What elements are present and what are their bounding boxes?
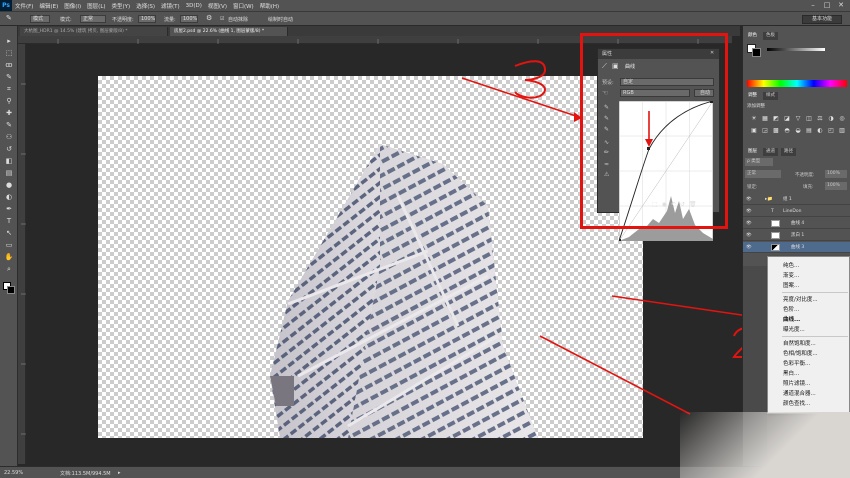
layer-row-group-1[interactable]: 👁 ▸📁 组 1	[743, 194, 850, 205]
tab-swatches[interactable]: 色板	[763, 32, 778, 40]
adjustment-icon[interactable]: ▩	[771, 126, 781, 135]
menu-item-adjustment[interactable]: 自然饱和度...	[783, 339, 816, 347]
menu-item-adjustment[interactable]: 色彩平衡...	[783, 359, 810, 367]
adjustment-icon[interactable]: ◒	[793, 126, 803, 135]
background-color-swatch[interactable]	[752, 48, 761, 57]
visibility-eye-icon[interactable]: 👁	[746, 194, 752, 205]
tab-channels[interactable]: 通道	[763, 148, 778, 156]
tab-styles[interactable]: 样式	[763, 92, 778, 100]
layer-name: 曲线 4	[791, 221, 805, 226]
status-menu-arrow[interactable]: ▸	[118, 470, 121, 476]
blend-mode-select[interactable]: 正常	[745, 170, 781, 178]
layer-kind-filter[interactable]: ρ 类型	[745, 158, 773, 166]
layer-name: 黑白 1	[791, 233, 805, 238]
menu-item-adjustment[interactable]: 纯色...	[783, 261, 799, 269]
lock-label: 锁定:	[747, 185, 758, 190]
menu-item-adjustment[interactable]: 黑白...	[783, 369, 799, 377]
layer-name: 组 1	[783, 197, 792, 202]
layer-mask-thumbnail	[771, 244, 780, 251]
adjustment-icon[interactable]: ▽	[793, 114, 803, 123]
adjustment-icon[interactable]: ◩	[771, 114, 781, 123]
fill-input[interactable]: 100%	[825, 182, 847, 190]
menu-item-adjustment[interactable]: 照片滤镜...	[783, 379, 810, 387]
menu-item-adjustment[interactable]: 渐变...	[783, 271, 799, 279]
menu-item-adjustment[interactable]: 曲线...	[783, 315, 800, 323]
annotation-overlay	[461, 60, 768, 415]
layer-opacity-input[interactable]: 100%	[825, 170, 847, 178]
menu-item-adjustment[interactable]: 图案...	[783, 281, 799, 289]
visibility-eye-icon[interactable]: 👁	[746, 206, 752, 217]
tab-paths[interactable]: 路径	[781, 148, 796, 156]
layer-row-curves-4[interactable]: 👁 曲线 4	[743, 218, 850, 229]
menu-item-adjustment[interactable]: 色相/饱和度...	[783, 349, 818, 357]
adjustment-icon[interactable]: ◲	[760, 126, 770, 135]
folder-icon: ▸📁	[765, 197, 773, 202]
layer-row-bw-1[interactable]: 👁 黑白 1	[743, 230, 850, 241]
zoom-level[interactable]: 22.59%	[4, 470, 23, 476]
adjustment-icons-grid: ☀ ▦ ◩ ◪ ▽ ◫ ⚖ ◑ ◎ ▣ ◲ ▩ ◓ ◒ ▤ ◐ ◰ ▥	[743, 112, 850, 142]
tab-color[interactable]: 颜色	[745, 32, 760, 40]
visibility-eye-icon[interactable]: 👁	[746, 242, 752, 253]
adjustment-icon[interactable]: ☀	[749, 114, 759, 123]
menu-item-adjustment[interactable]: 色阶...	[783, 305, 799, 313]
tab-adjustments[interactable]: 调整	[745, 92, 760, 100]
menu-item-adjustment[interactable]: 通道混合器...	[783, 389, 816, 397]
type-layer-icon: T	[771, 209, 774, 214]
layer-mask-thumbnail	[771, 232, 780, 239]
adjustment-icon[interactable]: ▦	[760, 114, 770, 123]
tab-layers[interactable]: 图层	[745, 148, 760, 156]
fill-label: 填充:	[803, 185, 814, 190]
visibility-eye-icon[interactable]: 👁	[746, 218, 752, 229]
color-spectrum[interactable]	[747, 80, 847, 87]
adjustment-icon[interactable]: ◪	[782, 114, 792, 123]
layer-row-curves-3[interactable]: 👁 曲线 3	[743, 242, 850, 253]
visibility-eye-icon[interactable]: 👁	[746, 230, 752, 241]
adjustment-icon[interactable]: ⚖	[815, 114, 825, 123]
menu-item-adjustment[interactable]: 亮度/对比度...	[783, 295, 818, 303]
layer-name: 曲线 3	[791, 245, 805, 250]
document-size: 文档:113.5M/994.5M	[60, 471, 111, 477]
menu-separator	[782, 336, 848, 337]
adjustment-icon[interactable]: ◓	[782, 126, 792, 135]
menu-item-adjustment[interactable]: 曝光度...	[783, 325, 805, 333]
adjustment-icon[interactable]: ◐	[815, 126, 825, 135]
adjustment-icon[interactable]: ◑	[826, 114, 836, 123]
color-slider[interactable]	[767, 48, 825, 51]
adjustment-icon[interactable]: ▥	[837, 126, 847, 135]
layer-mask-thumbnail	[771, 220, 780, 227]
image-watermark-fade	[680, 412, 850, 478]
adjustment-icon[interactable]: ▣	[749, 126, 759, 135]
layer-opacity-label: 不透明度:	[795, 173, 815, 178]
adjustment-icon[interactable]: ◫	[804, 114, 814, 123]
layer-row-linedon[interactable]: 👁 T LineDon	[743, 206, 850, 217]
add-adjustment-label: 添加调整	[747, 104, 765, 109]
adjustment-icon[interactable]: ▤	[804, 126, 814, 135]
adjustment-icon[interactable]: ◰	[826, 126, 836, 135]
adjustment-icon[interactable]: ◎	[837, 114, 847, 123]
menu-separator	[782, 292, 848, 293]
menu-item-adjustment[interactable]: 颜色查找...	[783, 399, 810, 407]
layer-name: LineDon	[783, 209, 802, 214]
adjustment-context-menu: 纯色... 渐变... 图案... 亮度/对比度... 色阶... 曲线... 曝光度...…	[767, 256, 850, 414]
